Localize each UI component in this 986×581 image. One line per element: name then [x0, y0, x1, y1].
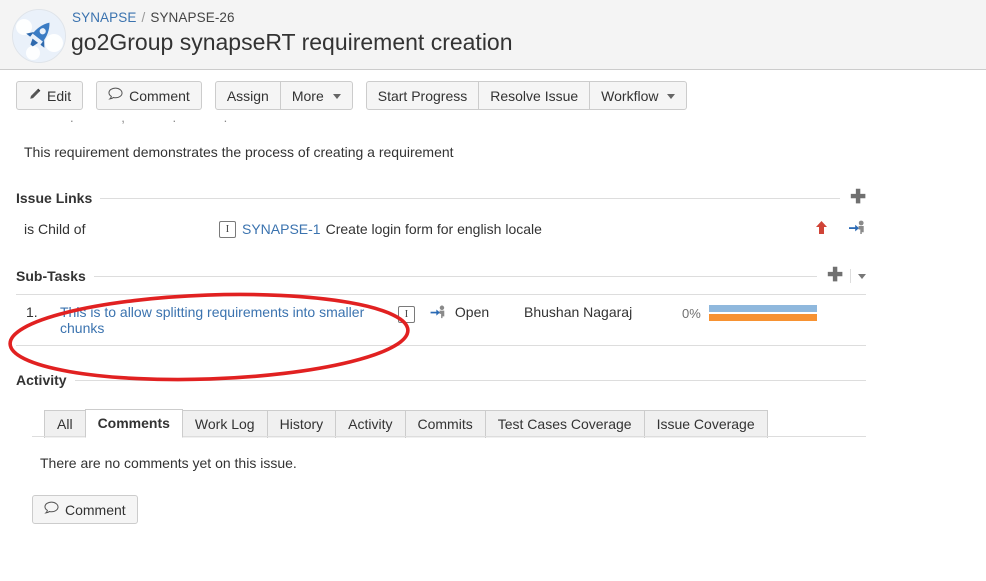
- tab-activity[interactable]: Activity: [335, 410, 405, 438]
- requirement-type-icon: I: [219, 221, 236, 238]
- tab-issue-coverage[interactable]: Issue Coverage: [644, 410, 768, 438]
- issue-links-title: Issue Links: [16, 190, 100, 206]
- tab-comments[interactable]: Comments: [85, 409, 183, 438]
- tab-test-cases-coverage[interactable]: Test Cases Coverage: [485, 410, 645, 438]
- resolve-issue-label: Resolve Issue: [490, 88, 578, 104]
- description-text: This requirement demonstrates the proces…: [0, 134, 986, 160]
- comment-button-wrapper: Comment: [32, 495, 866, 524]
- comment-button-group: Comment: [96, 81, 202, 110]
- sub-task-progress-cell: 0%: [678, 295, 866, 346]
- table-row[interactable]: 1. This is to allow splitting requiremen…: [16, 295, 866, 346]
- issue-link-meta: [815, 220, 866, 238]
- sub-tasks-section: Sub-Tasks ✚ 1. This is to allow splittin…: [0, 268, 986, 346]
- comment-button[interactable]: Comment: [96, 81, 202, 110]
- breadcrumb-separator: /: [141, 10, 145, 25]
- toolbar-divider: [850, 269, 851, 283]
- issue-header: SYNAPSE / SYNAPSE-26 go2Group synapseRT re…: [0, 0, 986, 70]
- sub-task-number: 1.: [16, 295, 56, 346]
- edit-button[interactable]: Edit: [16, 81, 83, 110]
- add-issue-link-icon[interactable]: ✚: [850, 192, 866, 204]
- activity-header: Activity: [16, 372, 866, 388]
- assign-button[interactable]: Assign: [215, 81, 281, 110]
- progress-bar-blue: [709, 305, 817, 312]
- sub-task-assignee: Bhushan Nagaraj: [520, 295, 678, 346]
- assign-more-group: Assign More: [215, 81, 353, 110]
- workflow-button[interactable]: Workflow: [589, 81, 687, 110]
- section-divider: [100, 198, 840, 199]
- workflow-actions-group: Start Progress Resolve Issue Workflow: [366, 81, 688, 110]
- activity-tabs: All Comments Work Log History Activity C…: [44, 408, 866, 437]
- tab-work-log[interactable]: Work Log: [182, 410, 268, 438]
- issue-link-type: is Child of: [24, 221, 219, 237]
- sub-task-status-cell: Open: [426, 295, 520, 346]
- edit-button-group: Edit: [16, 81, 83, 110]
- issue-link-row: is Child of I SYNAPSE-1 Create login for…: [16, 206, 866, 248]
- more-button-label: More: [292, 88, 324, 104]
- status-open-person-icon: [849, 220, 866, 238]
- sub-tasks-header: Sub-Tasks ✚: [16, 268, 866, 284]
- linked-issue-summary: Create login form for english locale: [326, 221, 542, 237]
- tab-history[interactable]: History: [267, 410, 337, 438]
- resolve-issue-button[interactable]: Resolve Issue: [478, 81, 590, 110]
- empty-comments-message: There are no comments yet on this issue.: [40, 455, 866, 471]
- progress-percent-label: 0%: [682, 306, 701, 321]
- add-comment-button[interactable]: Comment: [32, 495, 138, 524]
- rocket-avatar-icon: [12, 9, 66, 63]
- add-sub-task-icon[interactable]: ✚: [827, 270, 843, 282]
- comment-button-label: Comment: [129, 88, 190, 104]
- page-title: go2Group synapseRT requirement creation: [71, 29, 513, 56]
- more-button[interactable]: More: [280, 81, 353, 110]
- section-divider: [75, 380, 866, 381]
- activity-section: Activity All Comments Work Log History A…: [0, 372, 986, 524]
- speech-bubble-icon: [108, 87, 123, 104]
- linked-issue-key[interactable]: SYNAPSE-1: [242, 221, 321, 237]
- sub-tasks-table: 1. This is to allow splitting requiremen…: [16, 294, 866, 346]
- issue-links-section: Issue Links ✚ is Child of I SYNAPSE-1 Cr…: [0, 190, 986, 248]
- breadcrumb-project-link[interactable]: SYNAPSE: [72, 10, 136, 25]
- sub-tasks-options-chevron-down-icon[interactable]: [858, 274, 866, 279]
- breadcrumb: SYNAPSE / SYNAPSE-26: [72, 10, 235, 25]
- sub-task-type-cell: I: [394, 295, 426, 346]
- speech-bubble-icon: [44, 501, 59, 518]
- sub-tasks-title: Sub-Tasks: [16, 268, 94, 284]
- clipped-text-fragment: . , . .: [0, 120, 986, 134]
- issue-links-header: Issue Links ✚: [16, 190, 866, 206]
- breadcrumb-issue-key[interactable]: SYNAPSE-26: [150, 10, 234, 25]
- status-open-person-icon: [430, 304, 451, 320]
- sub-task-status-text: Open: [455, 304, 489, 320]
- add-comment-button-label: Comment: [65, 502, 126, 518]
- section-divider: [94, 276, 817, 277]
- workflow-button-label: Workflow: [601, 88, 658, 104]
- chevron-down-icon: [667, 94, 675, 99]
- tab-all[interactable]: All: [44, 410, 86, 438]
- requirement-type-icon: I: [398, 306, 415, 323]
- pencil-icon: [28, 88, 41, 104]
- start-progress-label: Start Progress: [378, 88, 467, 104]
- assign-button-label: Assign: [227, 88, 269, 104]
- clipped-glyphs: . , . .: [70, 120, 249, 125]
- sub-task-summary-cell: This is to allow splitting requirements …: [56, 295, 394, 346]
- chevron-down-icon: [333, 94, 341, 99]
- issue-toolbar: Edit Comment Assign More Start Progress …: [0, 71, 986, 120]
- activity-title: Activity: [16, 372, 75, 388]
- tab-commits[interactable]: Commits: [405, 410, 486, 438]
- progress-bar: [709, 305, 817, 321]
- edit-button-label: Edit: [47, 88, 71, 104]
- sub-task-summary-link[interactable]: This is to allow splitting requirements …: [60, 304, 364, 336]
- start-progress-button[interactable]: Start Progress: [366, 81, 479, 110]
- progress-bar-orange: [709, 314, 817, 321]
- issue-content: . , . . This requirement demonstrates th…: [0, 120, 986, 524]
- priority-major-up-arrow-icon: [815, 220, 828, 238]
